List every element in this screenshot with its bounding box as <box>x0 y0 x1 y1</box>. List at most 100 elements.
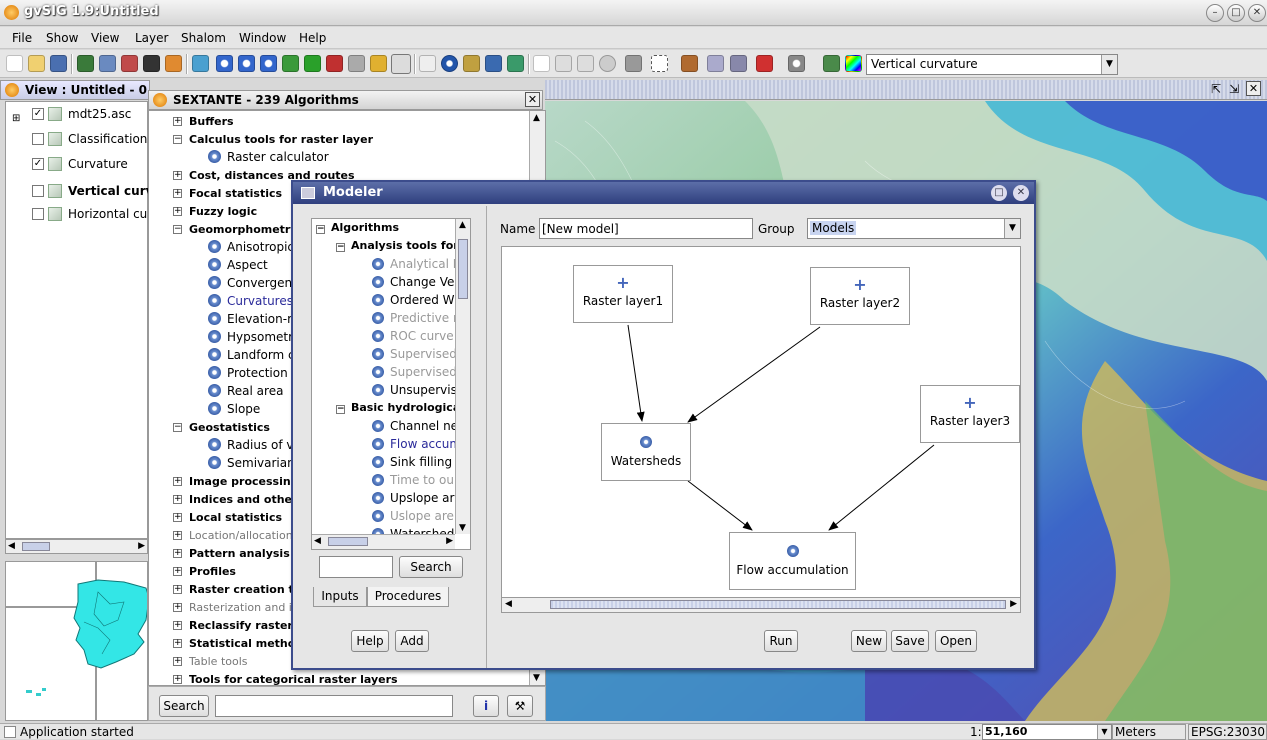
new-icon[interactable] <box>6 55 23 72</box>
select-point-icon[interactable] <box>555 55 572 72</box>
menu-help[interactable]: Help <box>299 31 326 45</box>
algorithm-group[interactable]: Geostatistics <box>189 421 270 434</box>
tree-expander[interactable]: + <box>173 675 182 684</box>
procedure-item[interactable]: Time to ou <box>372 473 454 487</box>
chevron-down-icon[interactable]: ▼ <box>1097 725 1111 739</box>
pan-hand-icon[interactable] <box>391 54 411 74</box>
zoom-icon[interactable] <box>216 55 233 72</box>
sextante-search-button[interactable]: Search <box>159 695 209 717</box>
overview-map[interactable] <box>5 561 148 721</box>
active-layer-select[interactable]: Vertical curvature ▼ <box>866 54 1118 75</box>
algorithm-group[interactable]: Focal statistics <box>189 187 282 200</box>
node-raster-layer3[interactable]: + Raster layer3 <box>920 385 1020 443</box>
procedure-item[interactable]: Uslope are <box>372 509 454 523</box>
tree-expander[interactable]: − <box>336 243 345 252</box>
scroll-down-icon[interactable]: ▼ <box>459 523 466 533</box>
algorithm-group[interactable]: Local statistics <box>189 511 282 524</box>
algorithm-item[interactable]: Aspect <box>208 258 268 272</box>
procedure-item[interactable]: Change Ve <box>372 275 454 289</box>
scroll-up-icon[interactable]: ▲ <box>459 220 466 230</box>
algorithm-group[interactable]: Profiles <box>189 565 236 578</box>
settings-icon[interactable]: ⚒ <box>507 695 533 717</box>
distance-icon[interactable] <box>463 55 480 72</box>
procedures-root[interactable]: − Algorithms <box>316 221 399 234</box>
minimize-view-icon[interactable]: ⇲ <box>1229 82 1239 96</box>
procedure-item[interactable]: Predictive n <box>372 311 461 325</box>
model-group-select[interactable]: Models ▼ <box>807 218 1021 239</box>
procedures-search-input[interactable] <box>319 556 393 578</box>
save-model-button[interactable]: Save <box>891 630 929 652</box>
measure-icon[interactable] <box>419 55 436 72</box>
chevron-down-icon[interactable]: ▼ <box>1101 55 1117 74</box>
algorithm-group[interactable]: Pattern analysis <box>189 547 290 560</box>
scroll-right-icon[interactable]: ▶ <box>446 536 453 546</box>
hyperlink-icon[interactable] <box>507 55 524 72</box>
algorithm-group[interactable]: Tools for categorical raster layers <box>189 673 398 685</box>
tree-expander[interactable]: + <box>173 549 182 558</box>
raster-tools-icon[interactable] <box>143 55 160 72</box>
algorithm-item[interactable]: Hypsometric <box>208 330 303 344</box>
tree-expander[interactable]: + <box>173 657 182 666</box>
algorithm-group[interactable]: Buffers <box>189 115 234 128</box>
algorithm-item[interactable]: Raster calculator <box>208 150 329 164</box>
clear-selection-icon[interactable] <box>651 55 668 72</box>
scroll-left-icon[interactable]: ◀ <box>8 541 15 551</box>
table-icon[interactable] <box>625 55 642 72</box>
find-icon[interactable] <box>730 55 747 72</box>
layer-checkbox[interactable] <box>32 133 44 145</box>
geoprocess-icon[interactable] <box>121 55 138 72</box>
select-circle-icon[interactable] <box>599 55 616 72</box>
menu-layer[interactable]: Layer <box>135 31 168 45</box>
select-icon[interactable] <box>370 55 387 72</box>
scroll-thumb[interactable] <box>550 600 1006 609</box>
procedures-tree-vscroll[interactable]: ▲ ▼ <box>455 219 470 534</box>
algorithm-item[interactable]: Curvatures <box>208 294 293 308</box>
procedure-item[interactable]: Upslope ar <box>372 491 454 505</box>
model-canvas-hscroll[interactable]: ◀ ▶ <box>501 598 1021 613</box>
locator-icon[interactable] <box>707 55 724 72</box>
procedure-item[interactable]: Analytical H <box>372 257 462 271</box>
algorithm-item[interactable]: Slope <box>208 402 260 416</box>
algorithm-group[interactable]: Fuzzy logic <box>189 205 257 218</box>
menu-window[interactable]: Window <box>239 31 286 45</box>
tree-expander[interactable]: − <box>336 405 345 414</box>
scroll-up-icon[interactable]: ▲ <box>533 113 540 123</box>
close-icon[interactable]: ✕ <box>1013 185 1029 201</box>
model-name-input[interactable] <box>539 218 753 239</box>
procedure-group[interactable]: − Basic hydrological <box>336 401 464 414</box>
scroll-right-icon[interactable]: ▶ <box>1010 599 1017 609</box>
zoom-select-icon[interactable] <box>326 55 343 72</box>
tree-expander[interactable]: − <box>173 135 182 144</box>
algorithm-group[interactable]: Image processing <box>189 475 299 488</box>
algorithm-item[interactable]: Real area <box>208 384 283 398</box>
algorithm-item[interactable]: Anisotropic <box>208 240 294 254</box>
magnifier-icon[interactable] <box>788 55 805 72</box>
chevron-down-icon[interactable]: ▼ <box>1004 219 1020 238</box>
run-button[interactable]: Run <box>764 630 798 652</box>
vector-tools-icon[interactable] <box>99 55 116 72</box>
add-button[interactable]: Add <box>395 630 429 652</box>
close-icon[interactable]: ✕ <box>525 92 540 107</box>
layers-icon[interactable] <box>282 55 299 72</box>
tree-expander[interactable]: + <box>173 621 182 630</box>
add-layer-icon[interactable] <box>77 55 94 72</box>
node-flow-accumulation[interactable]: Flow accumulation <box>729 532 856 590</box>
maximize-button[interactable]: □ <box>1227 4 1245 22</box>
scroll-thumb[interactable] <box>458 239 468 299</box>
tree-expander[interactable]: + <box>173 531 182 540</box>
close-button[interactable]: ✕ <box>1248 4 1266 22</box>
tree-expander[interactable]: + <box>173 171 182 180</box>
tree-expander[interactable]: + <box>173 117 182 126</box>
tree-expander[interactable]: + <box>173 207 182 216</box>
tree-expander[interactable]: + <box>173 477 182 486</box>
scroll-left-icon[interactable]: ◀ <box>314 536 321 546</box>
info-icon[interactable] <box>441 55 458 72</box>
color-table-icon[interactable] <box>845 55 862 72</box>
toc-horizontal-scrollbar[interactable]: ◀ ▶ <box>5 539 148 554</box>
procedure-item[interactable]: Supervised <box>372 347 457 361</box>
full-extent-icon[interactable] <box>304 55 321 72</box>
scroll-down-icon[interactable]: ▼ <box>533 673 540 683</box>
procedure-item[interactable]: Sink filling <box>372 455 452 469</box>
procedure-item[interactable]: Flow accum <box>372 437 461 451</box>
procedure-group[interactable]: − Analysis tools for <box>336 239 459 252</box>
